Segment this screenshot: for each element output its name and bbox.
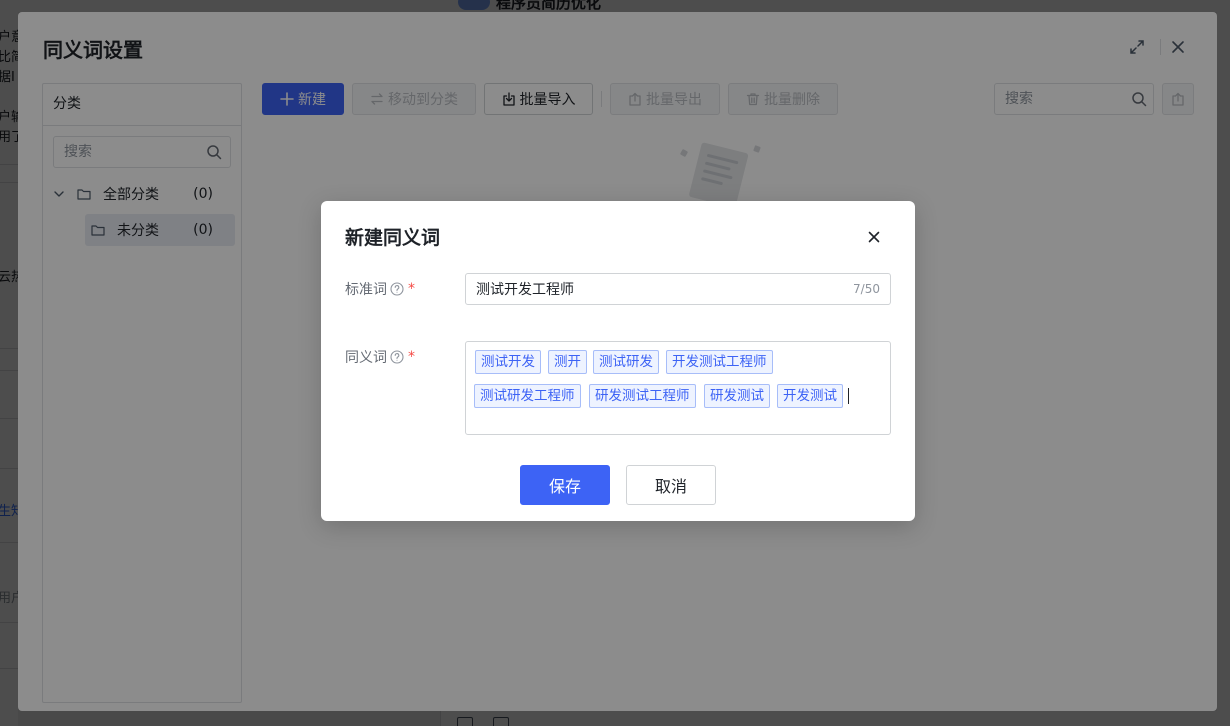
save-button[interactable]: 保存 xyxy=(520,465,610,505)
cancel-button[interactable]: 取消 xyxy=(626,465,716,505)
required-marker: * xyxy=(408,281,415,297)
synonym-tag[interactable]: 测试开发 xyxy=(475,350,541,374)
standard-word-label: 标准词 * xyxy=(345,281,415,298)
synonyms-tag-input[interactable]: 测试开发 测开 测试研发 开发测试工程师 测试研发工程师 研发测试工程师 研发测… xyxy=(465,341,891,435)
text-cursor xyxy=(848,388,849,404)
synonym-tag[interactable]: 研发测试 xyxy=(704,384,770,408)
synonym-tag[interactable]: 测开 xyxy=(548,350,587,374)
standard-word-input[interactable] xyxy=(466,274,854,304)
synonyms-label: 同义词 * xyxy=(345,349,415,366)
standard-word-field: 7/50 xyxy=(465,273,891,305)
new-synonym-modal: 新建同义词 标准词 * 7/50 同义词 * 测试开发 测开 测试研发 开发测试… xyxy=(321,201,915,521)
required-marker: * xyxy=(408,349,415,365)
help-icon[interactable] xyxy=(390,282,404,296)
synonym-tag[interactable]: 研发测试工程师 xyxy=(589,384,696,408)
help-icon[interactable] xyxy=(390,350,404,364)
synonym-tag[interactable]: 开发测试 xyxy=(777,384,843,408)
synonym-tag[interactable]: 测试研发 xyxy=(593,350,659,374)
modal-title: 新建同义词 xyxy=(345,227,441,249)
character-counter: 7/50 xyxy=(853,282,880,296)
close-icon[interactable] xyxy=(865,228,883,246)
synonym-tag[interactable]: 测试研发工程师 xyxy=(474,384,581,408)
synonym-tag[interactable]: 开发测试工程师 xyxy=(666,350,773,374)
